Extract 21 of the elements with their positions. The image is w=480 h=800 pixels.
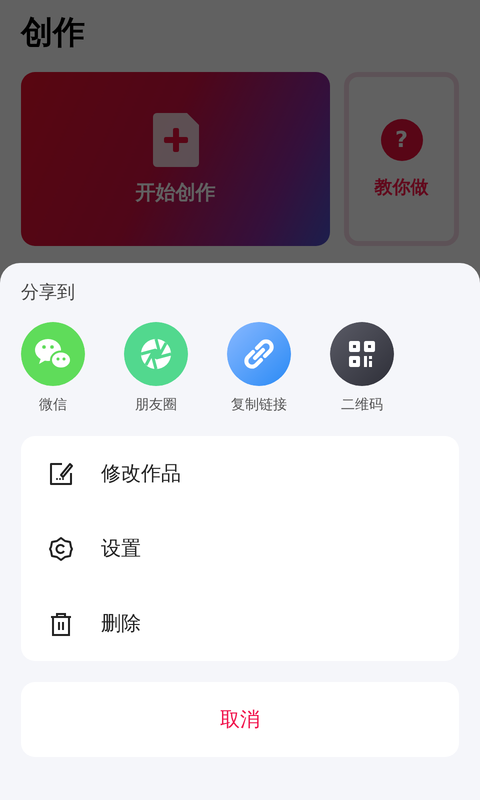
qr-code-icon <box>330 322 394 386</box>
menu-item[interactable]: 修改作品 <box>21 436 459 511</box>
share-option[interactable]: 微信 <box>21 322 85 414</box>
edit-icon <box>48 460 74 486</box>
menu-item[interactable]: 删除 <box>21 586 459 661</box>
cancel-button[interactable]: 取消 <box>21 682 459 757</box>
settings-icon <box>48 536 74 562</box>
add-document-icon <box>152 112 198 166</box>
tutorial-label: 教你做 <box>374 176 428 199</box>
trash-icon <box>48 610 74 636</box>
chat-bubbles-icon <box>21 322 85 386</box>
link-icon <box>227 322 291 386</box>
page-title: 创作 <box>21 12 86 52</box>
help-icon: ? <box>380 119 422 161</box>
aperture-icon <box>124 322 188 386</box>
create-label: 开始创作 <box>136 178 216 206</box>
share-option[interactable]: 朋友圈 <box>124 322 188 414</box>
sheet-heading: 分享到 <box>21 281 76 305</box>
share-option[interactable]: 二维码 <box>330 322 394 414</box>
share-option[interactable]: 复制链接 <box>227 322 291 414</box>
menu-item[interactable]: 设置 <box>21 511 459 586</box>
